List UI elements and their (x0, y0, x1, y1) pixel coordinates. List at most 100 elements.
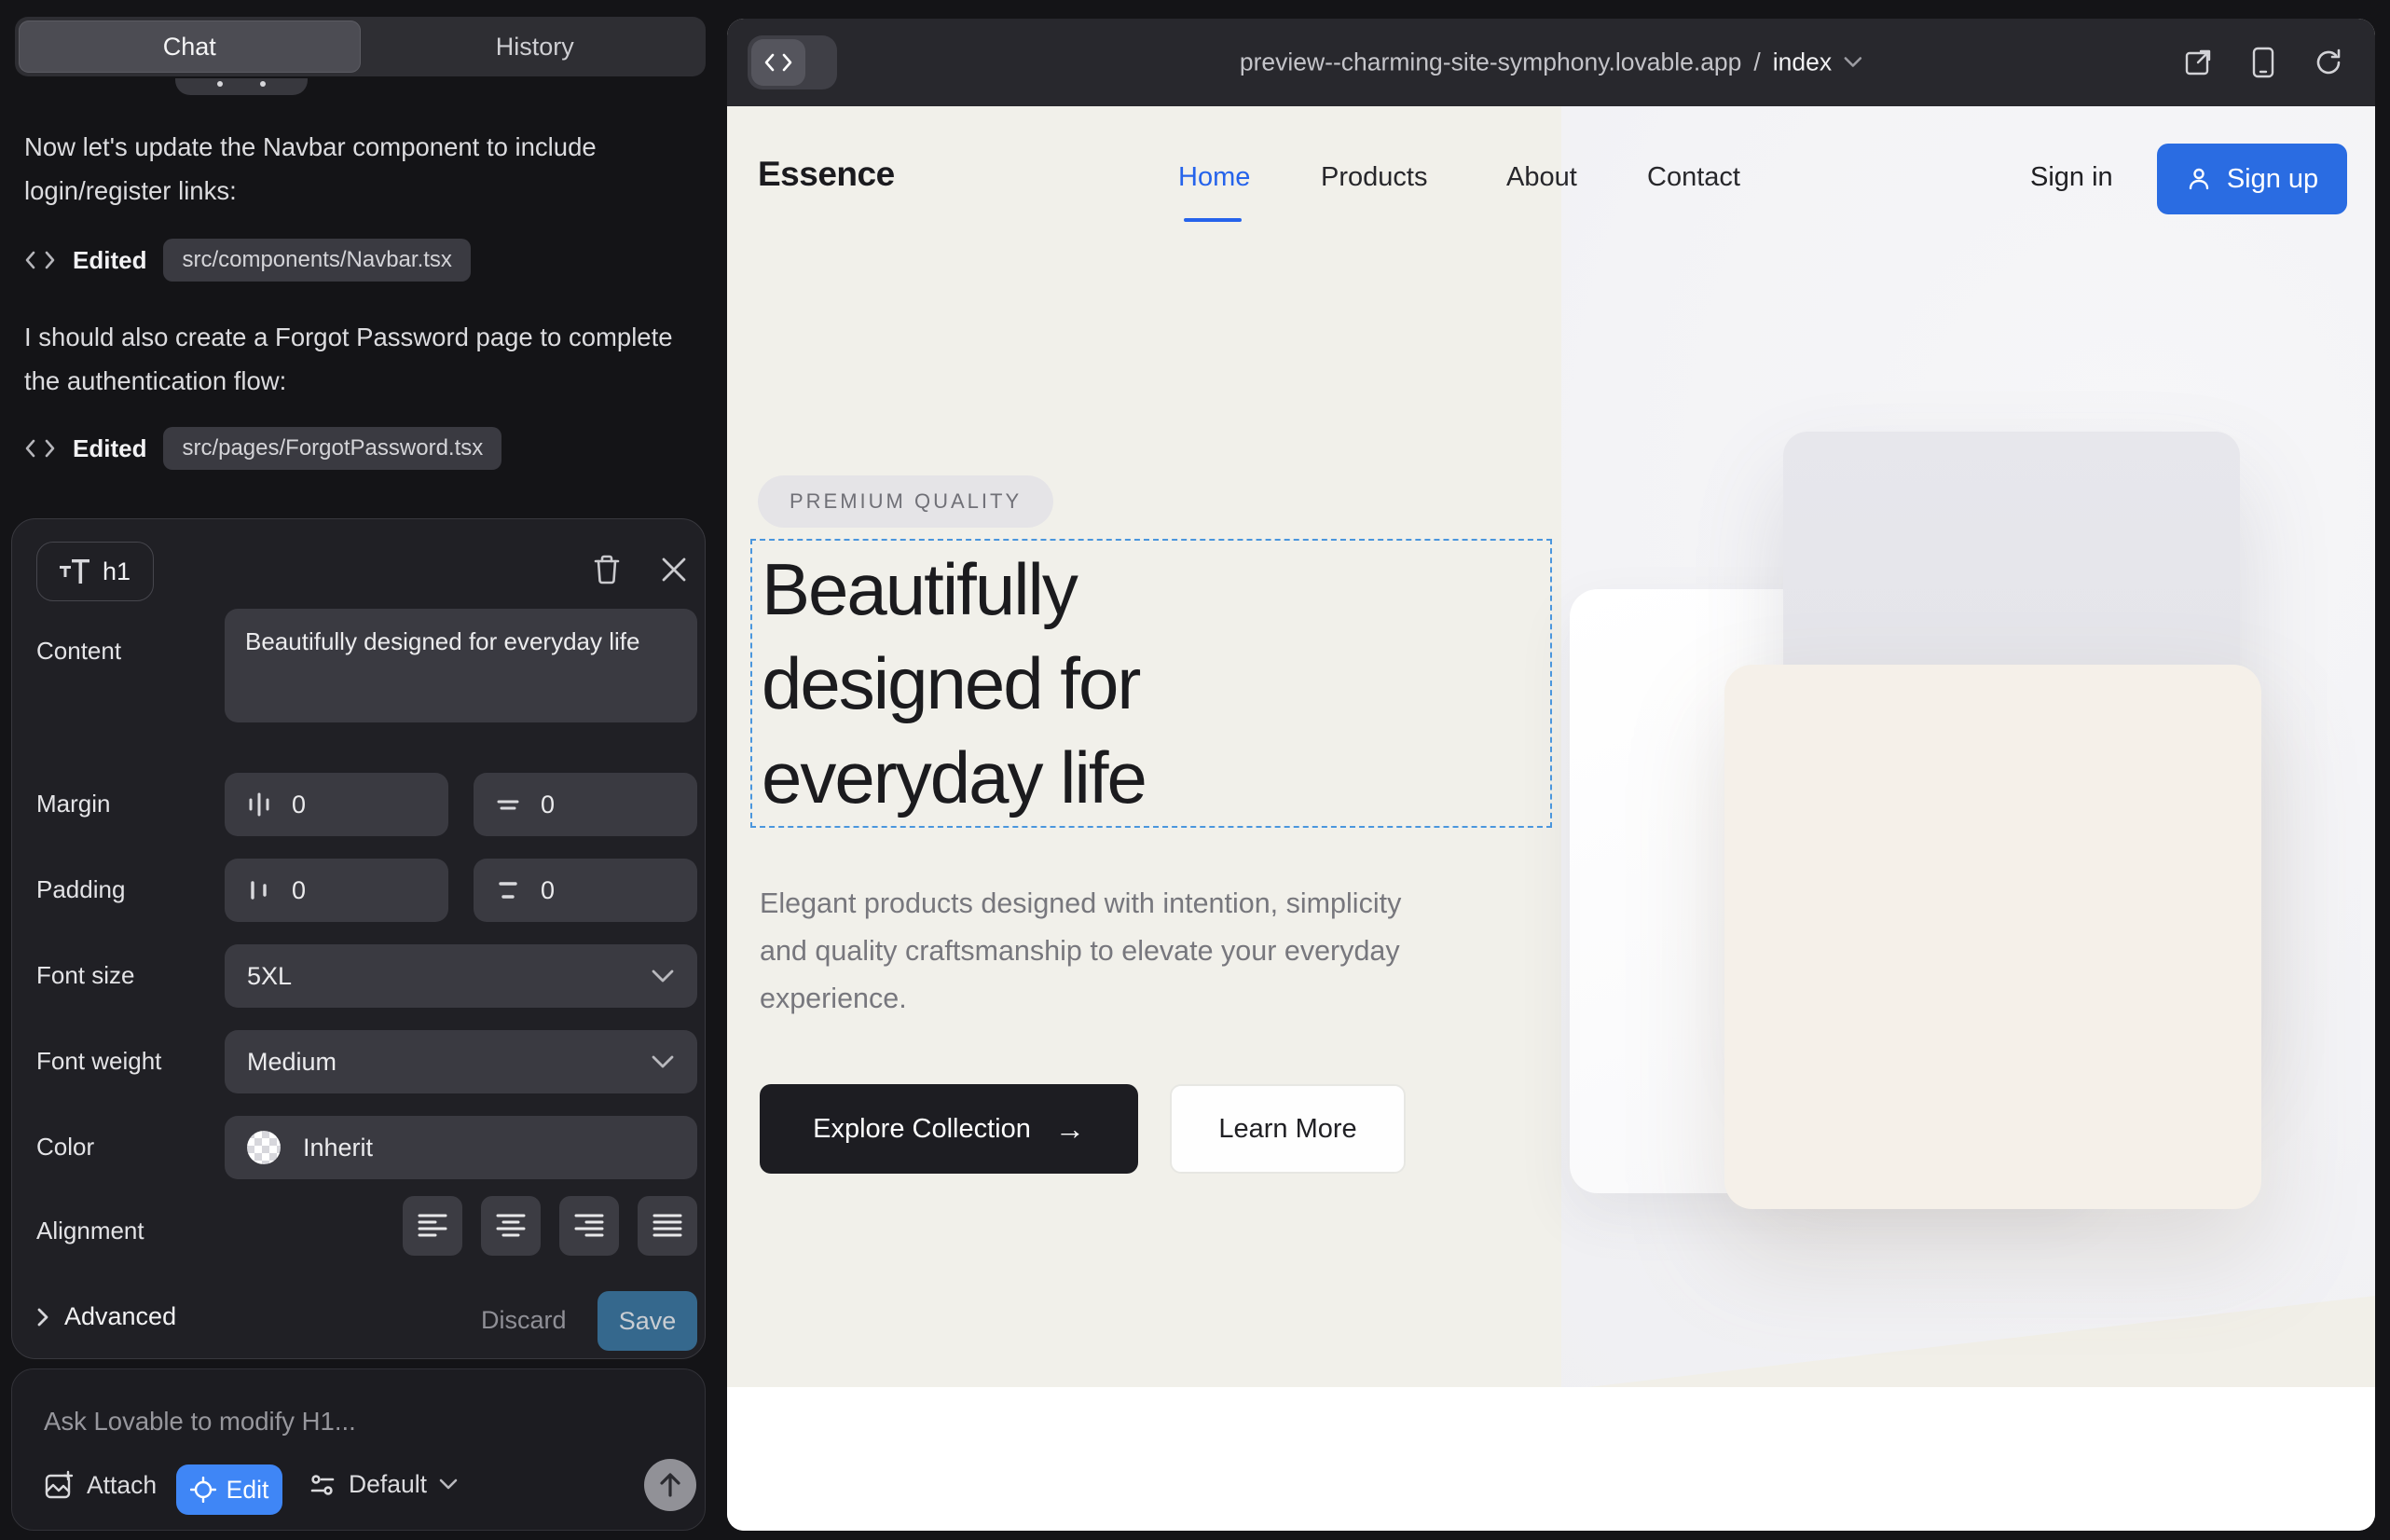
align-center-button[interactable] (481, 1196, 541, 1256)
nav-link-contact[interactable]: Contact (1647, 162, 1740, 193)
hero-decor-card-cream (1724, 665, 2261, 1209)
hero-paragraph: Elegant products designed with intention… (760, 880, 1412, 1023)
chat-composer: Ask Lovable to modify H1... Attach (11, 1368, 706, 1531)
file-path-badge[interactable]: src/pages/ForgotPassword.tsx (163, 427, 501, 470)
sign-up-button[interactable]: Sign up (2157, 144, 2347, 214)
model-mode-dropdown[interactable]: Default (309, 1470, 458, 1499)
font-weight-select[interactable]: Medium (225, 1030, 697, 1093)
hero-cta-row: Explore Collection → Learn More (760, 1084, 1406, 1174)
assistant-message: Now let's update the Navbar component to… (24, 125, 688, 213)
margin-y-input[interactable]: 0 (474, 773, 697, 836)
sliders-icon (309, 1471, 337, 1499)
nav-link-products[interactable]: Products (1321, 162, 1427, 193)
url-host: preview--charming-site-symphony.lovable.… (1240, 48, 1742, 77)
margin-x-input[interactable]: 0 (225, 773, 448, 836)
padding-x-icon (245, 876, 273, 904)
align-left-button[interactable] (403, 1196, 462, 1256)
text-style-icon (60, 559, 89, 584)
padding-x-input[interactable]: 0 (225, 859, 448, 922)
edited-action-label: Edited (73, 434, 146, 463)
advanced-label: Advanced (64, 1302, 176, 1331)
padding-y-input[interactable]: 0 (474, 859, 697, 922)
save-button[interactable]: Save (598, 1291, 697, 1351)
code-icon (24, 250, 56, 270)
color-picker[interactable]: Inherit (225, 1116, 697, 1179)
open-in-new-tab-button[interactable] (2179, 44, 2217, 81)
url-page: index (1773, 48, 1832, 77)
edit-mode-button[interactable]: Edit (176, 1464, 282, 1515)
padding-y-icon (494, 876, 522, 904)
attach-button[interactable]: Attach (44, 1470, 157, 1500)
edited-action-label: Edited (73, 246, 146, 275)
sign-in-button[interactable]: Sign in (2030, 162, 2113, 193)
align-right-button[interactable] (559, 1196, 619, 1256)
user-icon (2186, 166, 2212, 192)
align-justify-button[interactable] (638, 1196, 697, 1256)
font-size-label: Font size (36, 961, 135, 990)
padding-x-value: 0 (292, 876, 306, 905)
edited-file-row[interactable]: Edited src/pages/ForgotPassword.tsx (24, 427, 501, 470)
close-editor-button[interactable] (652, 547, 696, 592)
tab-chat-label: Chat (163, 33, 216, 62)
code-icon (24, 438, 56, 459)
learn-more-button[interactable]: Learn More (1170, 1084, 1406, 1174)
site-logo[interactable]: Essence (758, 155, 895, 194)
attach-label: Attach (87, 1471, 157, 1500)
tab-history[interactable]: History (364, 17, 707, 76)
margin-x-value: 0 (292, 791, 306, 819)
explore-collection-label: Explore Collection (813, 1114, 1031, 1145)
browser-actions (2179, 44, 2347, 81)
delete-element-button[interactable] (584, 547, 629, 592)
tab-chat[interactable]: Chat (19, 21, 361, 73)
color-swatch-icon (247, 1131, 281, 1164)
font-size-select[interactable]: 5XL (225, 944, 697, 1008)
margin-y-icon (494, 791, 522, 818)
refresh-button[interactable] (2310, 44, 2347, 81)
chevron-right-icon (36, 1307, 49, 1327)
selected-element-tag[interactable]: h1 (36, 542, 154, 601)
url-bar[interactable]: preview--charming-site-symphony.lovable.… (1240, 48, 1862, 77)
code-icon (751, 39, 805, 86)
sign-up-label: Sign up (2227, 164, 2318, 195)
selected-h1-outline[interactable]: Beautifully designed for everyday life (750, 539, 1552, 828)
nav-link-about[interactable]: About (1506, 162, 1577, 193)
arrow-up-icon (658, 1472, 682, 1498)
padding-y-value: 0 (541, 876, 555, 905)
send-button[interactable] (644, 1459, 696, 1511)
font-weight-value: Medium (247, 1048, 337, 1077)
hero-heading: Beautifully designed for everyday life (762, 543, 1550, 825)
file-path-badge[interactable]: src/components/Navbar.tsx (163, 239, 470, 282)
margin-label: Margin (36, 790, 110, 818)
lovable-app: Chat History Now let's update the Navbar… (0, 0, 2390, 1540)
color-value: Inherit (303, 1134, 373, 1162)
margin-x-icon (245, 791, 273, 818)
explore-collection-button[interactable]: Explore Collection → (760, 1084, 1138, 1174)
chevron-down-icon (651, 969, 675, 983)
advanced-toggle[interactable]: Advanced (36, 1302, 176, 1331)
content-label: Content (36, 637, 121, 666)
nav-link-home[interactable]: Home (1178, 162, 1250, 193)
font-weight-label: Font weight (36, 1047, 161, 1076)
mode-label: Default (349, 1470, 427, 1499)
assistant-message: I should also create a Forgot Password p… (24, 315, 688, 403)
site-preview: Essence Home Products About Contact Sign… (727, 106, 2375, 1531)
padding-label: Padding (36, 875, 125, 904)
collapsed-message-indicator (175, 78, 308, 95)
browser-preview-frame: preview--charming-site-symphony.lovable.… (727, 19, 2375, 1531)
edited-file-row[interactable]: Edited src/components/Navbar.tsx (24, 239, 471, 282)
element-tag-label: h1 (103, 557, 130, 586)
content-textarea[interactable]: Beautifully designed for everyday life (225, 609, 697, 722)
discard-button[interactable]: Discard (481, 1306, 567, 1335)
composer-input[interactable]: Ask Lovable to modify H1... (44, 1407, 356, 1437)
alignment-label: Alignment (36, 1217, 144, 1245)
margin-y-value: 0 (541, 791, 555, 819)
mobile-view-button[interactable] (2245, 44, 2282, 81)
browser-top-bar: preview--charming-site-symphony.lovable.… (727, 19, 2375, 106)
arrow-right-icon: → (1055, 1112, 1085, 1147)
chevron-down-icon (439, 1478, 458, 1491)
tab-bar: Chat History (15, 17, 706, 76)
target-icon (190, 1477, 216, 1503)
code-view-toggle[interactable] (748, 35, 837, 89)
chat-sidebar: Chat History Now let's update the Navbar… (0, 0, 725, 1540)
color-label: Color (36, 1133, 94, 1162)
